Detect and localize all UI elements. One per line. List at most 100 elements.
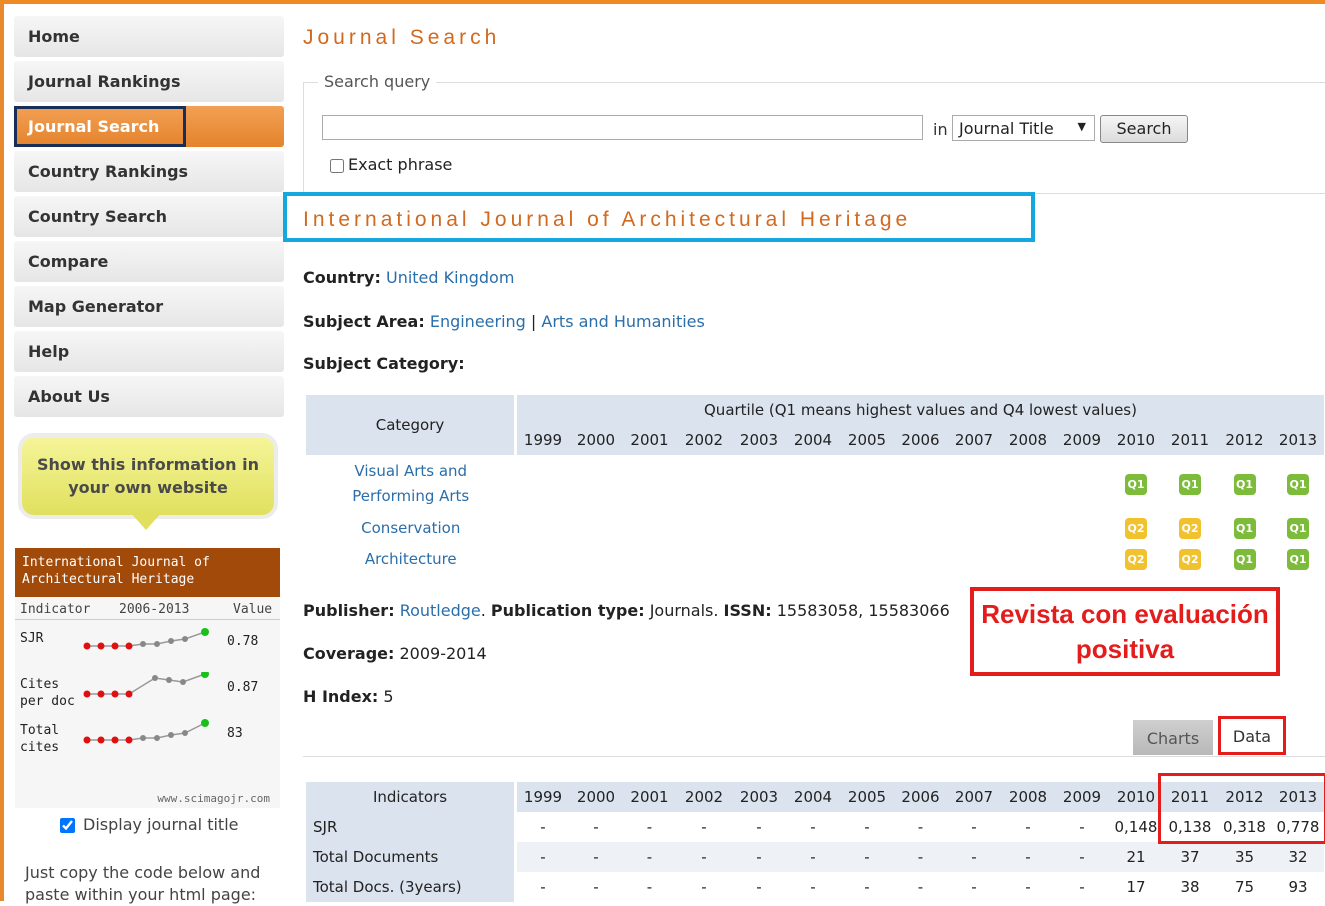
year-header: 2002 [676, 782, 732, 812]
sidebar-item-map-generator[interactable]: Map Generator [14, 286, 284, 327]
quartile-cell [1055, 544, 1109, 575]
sidebar-item-compare[interactable]: Compare [14, 241, 284, 282]
quartile-cell [786, 513, 840, 544]
search-input[interactable] [322, 115, 923, 140]
quartile-cell [1055, 513, 1109, 544]
widget-footer: www.scimagojr.com [157, 792, 270, 805]
display-title-checkbox[interactable] [60, 818, 75, 833]
indicator-value: - [1025, 878, 1031, 896]
widget-row-cites-per-doc: Cites per doc 0.87 [15, 672, 280, 718]
main-content: Journal Search Search query in Journal T… [283, 0, 1325, 902]
sidebar-item-about-us[interactable]: About Us [14, 376, 284, 417]
search-legend: Search query [318, 72, 437, 91]
subject-area-link-engineering[interactable]: Engineering [430, 312, 526, 331]
widget-row-total-cites: Total cites 83 [15, 718, 280, 764]
indicator-label: Total Documents [306, 842, 517, 872]
subject-area-label: Subject Area: [303, 312, 425, 331]
issn-label: ISSN: [723, 601, 772, 620]
quartile-row: Visual Arts and Performing Arts Q1 Q1 Q1 Q1 [306, 455, 1324, 513]
issn-value: 15583058, 15583066 [776, 601, 950, 620]
widget-row-label: Cites per doc [20, 677, 75, 709]
quartile-cell [623, 544, 676, 575]
subject-separator: | [530, 312, 537, 331]
widget-row-label: Total cites [20, 723, 60, 755]
publisher-link[interactable]: Routledge [400, 601, 481, 620]
indicator-value: - [810, 818, 816, 836]
quartile-table-body: Visual Arts and Performing Arts Q1 Q1 Q1 Q1 C… [306, 455, 1324, 575]
quartile-cell [569, 544, 623, 575]
category-link[interactable]: Visual Arts and Performing Arts [341, 459, 481, 509]
hindex-line: H Index: 5 [303, 687, 394, 706]
exact-phrase-label: Exact phrase [348, 155, 453, 174]
widget-row-value: 0.87 [227, 680, 259, 695]
sidebar-item-journal-search[interactable]: Journal Search [14, 106, 284, 147]
indicator-row: Total Docs. (3years) - - - - - - - - - - - 17 38 75 93 [306, 872, 1324, 902]
exact-phrase-option[interactable]: Exact phrase [330, 155, 452, 174]
search-query-fieldset: Search query in Journal Title ▼ Search E… [303, 72, 1325, 194]
year-header: 2002 [676, 425, 732, 455]
country-line: Country: United Kingdom [303, 268, 514, 287]
pubtype-value: Journals. [649, 601, 719, 620]
quartile-cell [947, 513, 1001, 544]
indicator-value: 17 [1126, 878, 1146, 896]
tab-data[interactable]: Data [1218, 716, 1286, 755]
chevron-down-icon: ▼ [1077, 120, 1086, 133]
exact-phrase-checkbox[interactable] [330, 158, 344, 173]
journal-widget: International Journal of Architectural H… [15, 548, 280, 808]
year-header: 2008 [1001, 782, 1055, 812]
search-button[interactable]: Search [1100, 115, 1188, 143]
quartile-cell [516, 455, 570, 513]
sidebar-item-journal-rankings[interactable]: Journal Rankings [14, 61, 284, 102]
positive-evaluation-annotation: Revista con evaluación positiva [970, 587, 1280, 676]
quartile-cell [786, 544, 840, 575]
quartile-cell [676, 513, 732, 544]
widget-row-value: 83 [227, 726, 243, 741]
widget-row-label: SJR [20, 631, 44, 646]
indicator-value: 35 [1217, 842, 1272, 872]
sidebar-item-help[interactable]: Help [14, 331, 284, 372]
indicator-value: - [593, 878, 599, 896]
sjr-sparkline [83, 628, 209, 650]
year-header: 2003 [732, 782, 786, 812]
embed-info-bubble[interactable]: Show this information in your own websit… [22, 437, 274, 515]
indicator-value: - [894, 842, 947, 872]
quartile-table: Category Quartile (Q1 means highest valu… [306, 395, 1324, 575]
quartile-badge: Q2 [1125, 518, 1147, 539]
quartile-cell: Q2 [1109, 513, 1163, 544]
divider [303, 756, 1325, 757]
quartile-cell: Q1 [1217, 544, 1272, 575]
display-title-option[interactable]: Display journal title [60, 815, 239, 834]
year-header: 2012 [1217, 425, 1272, 455]
quartile-header: Quartile (Q1 means highest values and Q4… [515, 395, 1324, 425]
category-link[interactable]: Architecture [365, 550, 457, 568]
indicator-value: - [1055, 842, 1109, 872]
country-link[interactable]: United Kingdom [386, 268, 514, 287]
quartile-cell [1055, 455, 1109, 513]
quartile-cell [894, 455, 947, 513]
country-label: Country: [303, 268, 381, 287]
subject-area-line: Subject Area: Engineering | Arts and Hum… [303, 312, 705, 331]
quartile-cell [947, 455, 1001, 513]
indicator-value: - [1025, 818, 1031, 836]
sidebar-item-country-rankings[interactable]: Country Rankings [14, 151, 284, 192]
indicator-value: - [840, 842, 894, 872]
search-scope-select[interactable]: Journal Title ▼ [952, 115, 1095, 141]
subject-area-link-arts[interactable]: Arts and Humanities [541, 312, 704, 331]
left-accent-bar [0, 4, 4, 901]
quartile-cell [516, 513, 570, 544]
indicator-value: - [947, 842, 1001, 872]
year-header: 2009 [1055, 425, 1109, 455]
year-header: 2007 [947, 425, 1001, 455]
tab-charts[interactable]: Charts [1133, 720, 1213, 755]
sidebar-item-home[interactable]: Home [14, 16, 284, 57]
search-scope-value: Journal Title [959, 119, 1054, 138]
widget-col-range: 2006-2013 [119, 602, 190, 617]
year-header: 2006 [894, 782, 947, 812]
coverage-value: 2009-2014 [399, 644, 487, 663]
year-header: 2005 [840, 425, 894, 455]
quartile-row: Conservation Q2 Q2 Q1 Q1 [306, 513, 1324, 544]
sidebar-item-country-search[interactable]: Country Search [14, 196, 284, 237]
coverage-label: Coverage: [303, 644, 395, 663]
category-link[interactable]: Conservation [361, 519, 460, 537]
quartile-cell: Q2 [1163, 544, 1217, 575]
